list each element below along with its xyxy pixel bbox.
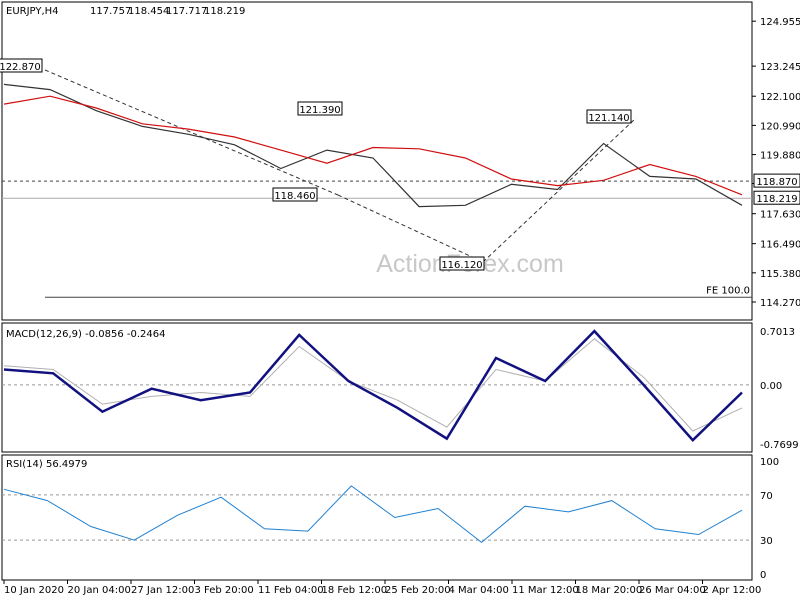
x-tick-label: 11 Feb 04:00 [258, 585, 324, 596]
forex-chart: ActionForex.comEURJPY,H4117.757118.45411… [0, 1, 800, 596]
macd-y-tick-label: 0.00 [760, 381, 782, 392]
trend-line [44, 69, 339, 196]
rsi-panel-frame [1, 454, 753, 581]
price-y-tick-label: 114.270 [760, 298, 800, 309]
annotation-label: 118.460 [274, 191, 315, 202]
macd-panel-frame [1, 322, 753, 453]
price-y-tick-label: 115.380 [760, 269, 800, 280]
rsi-y-tick-label: 70 [760, 491, 773, 502]
price-y-tick-label: 120.990 [760, 121, 800, 132]
annotation-label: 122.870 [0, 62, 41, 73]
x-tick-label: 27 Jan 12:00 [131, 585, 194, 596]
macd-line [3, 329, 743, 443]
ohlc-value: 117.717 [166, 6, 207, 17]
annotation-label: 121.390 [299, 105, 340, 116]
price-y-tick-label: 122.100 [760, 92, 800, 103]
macd-title: MACD(12,26,9) -0.0856 -0.2464 [6, 329, 166, 340]
rsi-line [3, 485, 743, 544]
rsi-y-tick-label: 30 [760, 536, 773, 547]
rsi-title: RSI(14) 56.4979 [6, 459, 87, 470]
price-title: EURJPY,H4 [6, 6, 59, 17]
x-tick-label: 10 Jan 2020 [4, 585, 64, 596]
x-tick-label: 2 Apr 12:00 [703, 585, 762, 596]
price-series-line [3, 83, 743, 208]
x-tick-label: 25 Feb 20:00 [385, 585, 451, 596]
macd-y-tick-label: -0.7699 [760, 440, 799, 451]
x-tick-label: 4 Mar 04:00 [449, 585, 509, 596]
x-tick-label: 18 Mar 20:00 [576, 585, 643, 596]
trend-line [482, 117, 637, 263]
level-label: 118.870 [756, 177, 797, 188]
rsi-y-tick-label: 100 [760, 457, 779, 468]
price-y-tick-label: 119.880 [760, 151, 800, 162]
annotation-label: 121.140 [588, 113, 629, 124]
ohlc-value: 118.454 [128, 6, 169, 17]
price-y-tick-label: 116.490 [760, 240, 800, 251]
x-tick-label: 20 Jan 04:00 [68, 585, 131, 596]
price-y-tick-label: 123.245 [760, 62, 800, 73]
macd-signal-line [3, 338, 743, 432]
level-label: 118.219 [756, 194, 797, 205]
ohlc-value: 117.757 [90, 6, 131, 17]
fe-level-label: FE 100.0 [706, 285, 750, 296]
ohlc-value: 118.219 [204, 6, 245, 17]
macd-y-tick-label: 0.7013 [760, 327, 795, 338]
annotation-label: 116.120 [441, 260, 482, 271]
price-y-tick-label: 124.955 [760, 17, 800, 28]
x-tick-label: 3 Feb 20:00 [195, 585, 254, 596]
x-tick-label: 26 Mar 04:00 [639, 585, 706, 596]
x-tick-label: 18 Feb 12:00 [322, 585, 388, 596]
x-tick-label: 11 Mar 12:00 [512, 585, 579, 596]
rsi-y-tick-label: 0 [760, 570, 766, 581]
chart-root: ActionForex.comEURJPY,H4117.757118.45411… [0, 0, 800, 600]
price-y-tick-label: 117.630 [760, 210, 800, 221]
